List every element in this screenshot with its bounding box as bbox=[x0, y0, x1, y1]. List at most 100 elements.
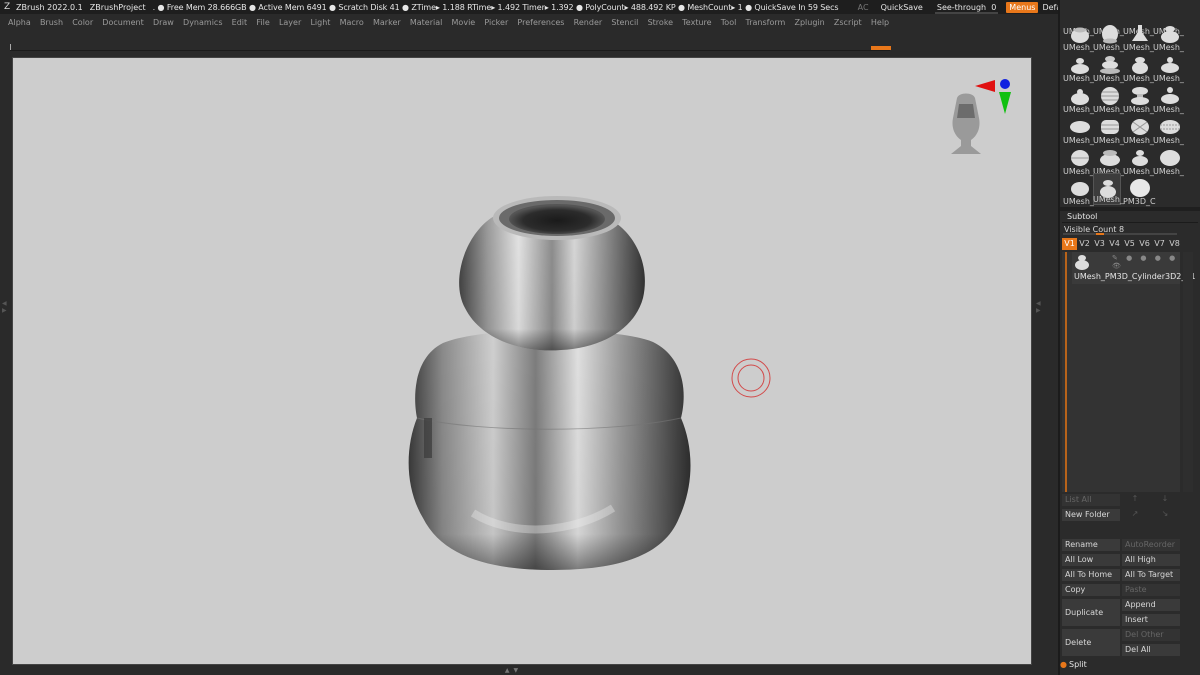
duplicate-button[interactable]: Duplicate bbox=[1062, 599, 1120, 626]
menu-movie[interactable]: Movie bbox=[452, 18, 476, 27]
menu-layer[interactable]: Layer bbox=[279, 18, 301, 27]
delete-button[interactable]: Delete bbox=[1062, 629, 1120, 656]
tool-thumb[interactable]: UMesh_ bbox=[1093, 22, 1124, 52]
tool-thumb[interactable]: PM3D_C bbox=[1123, 176, 1156, 206]
menu-texture[interactable]: Texture bbox=[682, 18, 711, 27]
subtool-list: ✎ ● ● ● ● 👁 UMesh_PM3D_Cylinder3D2_31 bbox=[1062, 252, 1196, 492]
all-to-home-button[interactable]: All To Home bbox=[1062, 569, 1120, 581]
tab-v1[interactable]: V1 bbox=[1062, 238, 1077, 250]
right-tray-handle[interactable]: ◀ ▶ bbox=[1036, 300, 1041, 314]
del-other-button[interactable]: Del Other bbox=[1122, 629, 1180, 641]
visible-count-slider[interactable] bbox=[1063, 233, 1177, 235]
menu-dynamics[interactable]: Dynamics bbox=[183, 18, 222, 27]
tool-thumb[interactable]: UMesh_ bbox=[1153, 115, 1184, 145]
tab-v3[interactable]: V3 bbox=[1092, 238, 1107, 250]
menu-preferences[interactable]: Preferences bbox=[517, 18, 564, 27]
menus-button[interactable]: Menus bbox=[1006, 1, 1039, 13]
append-button[interactable]: Append bbox=[1122, 599, 1180, 611]
tool-thumb[interactable]: UMesh_ bbox=[1123, 22, 1154, 52]
tab-v4[interactable]: V4 bbox=[1107, 238, 1122, 250]
tool-thumb[interactable]: UMesh_ bbox=[1063, 115, 1094, 145]
mesh-thumb-icon bbox=[1071, 182, 1089, 196]
menu-picker[interactable]: Picker bbox=[484, 18, 508, 27]
move-down-icon[interactable]: ↓ bbox=[1158, 494, 1172, 506]
menu-macro[interactable]: Macro bbox=[340, 18, 364, 27]
all-low-button[interactable]: All Low bbox=[1062, 554, 1120, 566]
bottom-tray-handle[interactable]: ▲ ▼ bbox=[482, 667, 542, 674]
list-all-button[interactable]: List All bbox=[1062, 494, 1120, 506]
all-to-target-button[interactable]: All To Target bbox=[1122, 569, 1180, 581]
tool-thumb[interactable]: UMesh_ bbox=[1093, 84, 1124, 114]
tool-thumb[interactable]: UMesh_ bbox=[1063, 146, 1094, 176]
menu-stroke[interactable]: Stroke bbox=[648, 18, 674, 27]
new-folder-button[interactable]: New Folder bbox=[1062, 509, 1120, 521]
menu-render[interactable]: Render bbox=[574, 18, 602, 27]
tool-thumb[interactable]: UMesh_ bbox=[1123, 53, 1154, 83]
tool-thumb[interactable]: UMesh_ bbox=[1093, 115, 1124, 145]
tool-thumb[interactable]: UMesh_ bbox=[1063, 176, 1094, 206]
vase-upper-bulb[interactable] bbox=[459, 196, 645, 351]
menu-stencil[interactable]: Stencil bbox=[611, 18, 638, 27]
tool-thumb[interactable]: UMesh_ bbox=[1153, 22, 1184, 52]
menu-edit[interactable]: Edit bbox=[232, 18, 248, 27]
left-tray-handle[interactable]: ◀ ▶ bbox=[2, 300, 7, 314]
copy-button[interactable]: Copy bbox=[1062, 584, 1120, 596]
paste-button[interactable]: Paste bbox=[1122, 584, 1180, 596]
menu-transform[interactable]: Transform bbox=[746, 18, 786, 27]
split-section[interactable]: ● Split bbox=[1060, 660, 1087, 669]
del-all-button[interactable]: Del All bbox=[1122, 644, 1180, 656]
menu-color[interactable]: Color bbox=[72, 18, 93, 27]
menu-zscript[interactable]: Zscript bbox=[834, 18, 862, 27]
tool-thumb[interactable]: UMesh_ bbox=[1153, 53, 1184, 83]
menu-file[interactable]: File bbox=[256, 18, 269, 27]
tool-thumb[interactable]: UMesh_ bbox=[1063, 22, 1094, 52]
menu-alpha[interactable]: Alpha bbox=[8, 18, 31, 27]
tool-thumb[interactable]: UMesh_ bbox=[1123, 84, 1154, 114]
move-top-icon[interactable]: ↗ bbox=[1128, 509, 1142, 521]
tab-v2[interactable]: V2 bbox=[1077, 238, 1092, 250]
rename-button[interactable]: Rename bbox=[1062, 539, 1120, 551]
ac-button[interactable]: AC bbox=[858, 3, 869, 12]
menu-marker[interactable]: Marker bbox=[373, 18, 401, 27]
mesh-thumb-icon bbox=[1132, 57, 1148, 74]
tool-thumb[interactable]: UMesh_ bbox=[1063, 53, 1094, 83]
subtool-title[interactable]: Subtool bbox=[1067, 212, 1097, 221]
see-through-slider[interactable]: See-through 0 bbox=[934, 2, 999, 14]
navigation-gizmo-icon[interactable] bbox=[951, 79, 1011, 154]
menu-material[interactable]: Material bbox=[410, 18, 443, 27]
subtool-item-icons[interactable]: ✎ ● ● ● ● 👁 bbox=[1112, 254, 1180, 270]
all-high-button[interactable]: All High bbox=[1122, 554, 1180, 566]
tool-thumb[interactable]: UMesh_ bbox=[1093, 53, 1124, 83]
canvas-viewport[interactable] bbox=[12, 57, 1032, 665]
menu-document[interactable]: Document bbox=[102, 18, 143, 27]
tab-v8[interactable]: V8 bbox=[1167, 238, 1182, 250]
menu-help[interactable]: Help bbox=[871, 18, 889, 27]
quicksave-button[interactable]: QuickSave bbox=[881, 3, 923, 12]
auto-reorder-button[interactable]: AutoReorder bbox=[1122, 539, 1180, 551]
tab-v6[interactable]: V6 bbox=[1137, 238, 1152, 250]
vase-lower-body[interactable] bbox=[408, 330, 691, 570]
see-through-label: See-through bbox=[936, 2, 987, 12]
tab-v5[interactable]: V5 bbox=[1122, 238, 1137, 250]
menu-tool[interactable]: Tool bbox=[721, 18, 737, 27]
tool-thumb[interactable]: UMesh_ bbox=[1153, 146, 1184, 176]
menu-brush[interactable]: Brush bbox=[40, 18, 63, 27]
tool-thumb[interactable]: UMesh_ bbox=[1093, 146, 1124, 176]
tool-thumb[interactable]: UMesh_ bbox=[1153, 84, 1184, 114]
subtool-item[interactable]: ✎ ● ● ● ● 👁 UMesh_PM3D_Cylinder3D2_31 bbox=[1072, 252, 1196, 284]
tool-thumb-selected[interactable]: UMesh_ bbox=[1093, 173, 1124, 205]
mesh-thumb-icon bbox=[1100, 150, 1120, 166]
insert-button[interactable]: Insert bbox=[1122, 614, 1180, 626]
menu-zplugin[interactable]: Zplugin bbox=[794, 18, 824, 27]
subtool-scrollbar[interactable] bbox=[1183, 252, 1193, 492]
move-up-icon[interactable]: ↑ bbox=[1128, 494, 1142, 506]
menu-draw[interactable]: Draw bbox=[153, 18, 174, 27]
tab-v7[interactable]: V7 bbox=[1152, 238, 1167, 250]
tool-thumb[interactable]: UMesh_ bbox=[1123, 146, 1154, 176]
tool-thumb[interactable]: UMesh_ bbox=[1123, 115, 1154, 145]
menu-light[interactable]: Light bbox=[310, 18, 330, 27]
mesh-thumb-icon bbox=[1161, 87, 1179, 104]
move-bottom-icon[interactable]: ↘ bbox=[1158, 509, 1172, 521]
tool-thumb[interactable]: UMesh_ bbox=[1063, 84, 1094, 114]
shelf-orange-marker[interactable] bbox=[871, 46, 891, 50]
